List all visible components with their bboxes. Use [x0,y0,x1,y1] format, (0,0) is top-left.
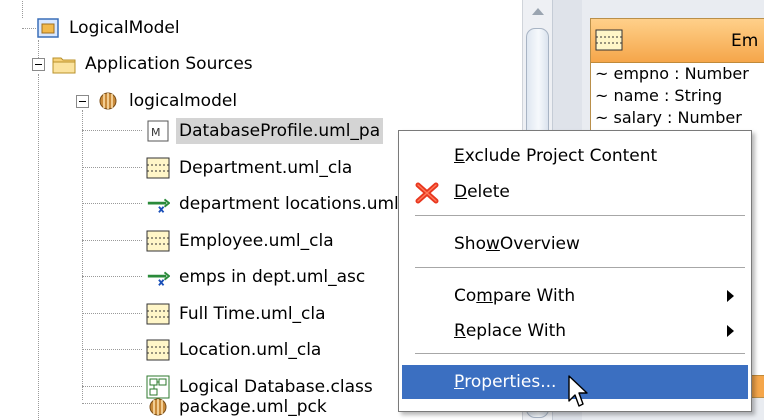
tree-connector [38,74,39,420]
menu-label-part: pare With [492,286,576,306]
menu-mnemonic: P [454,372,465,392]
tree-item-label: emps in dept.uml_asc [179,267,366,287]
package-icon [96,89,120,113]
expand-toggle-application-sources[interactable] [32,58,45,71]
scroll-up-arrow-icon[interactable] [532,8,544,15]
folder-icon [52,52,76,76]
menu-label-part: roperties... [464,372,557,392]
context-menu: Exclude Project Content Delete Sho w Over… [398,130,752,412]
tree-connector [82,349,142,350]
tree-connector [82,167,142,168]
tree-item-application-sources[interactable]: Application Sources [52,49,256,79]
tree-item-full-time[interactable]: Full Time.uml_cla [146,299,329,329]
tree-connector [82,403,142,404]
tree-connector [82,276,142,277]
tree-item-location[interactable]: Location.uml_cla [146,335,324,365]
uml-attribute: ~ salary : Number [595,108,742,127]
tree-item-label: LogicalModel [69,18,180,38]
menu-mnemonic: m [476,286,493,306]
uml-class-header: Em [591,19,764,63]
tree-item-label: Location.uml_cla [179,340,322,360]
tree-item-label: logicalmodel [129,91,238,111]
expand-toggle-logicalmodel[interactable] [76,95,89,108]
tree-item-department-locations[interactable]: department locations.uml_asc [146,189,439,219]
menu-separator [415,215,745,216]
tree-connector [82,240,142,241]
tree-item-department[interactable]: Department.uml_cla [146,153,355,183]
tree-item-logicalmodel-project[interactable]: LogicalModel [36,13,183,43]
class-icon [146,156,170,180]
association-icon [146,192,170,216]
project-icon [36,16,60,40]
mouse-pointer-icon [568,375,590,414]
menu-label-part: eplace With [465,321,567,341]
uml-attribute: ~ empno : Number [595,64,749,83]
menu-label-part: Co [454,286,477,306]
tree-connector [22,28,36,29]
class-icon [595,29,623,56]
menu-label-part: xclude Project Content [464,146,658,166]
menu-item-exclude-project-content[interactable]: Exclude Project Content [402,139,748,173]
class-icon [146,338,170,362]
tree-item-databaseprofile[interactable]: M DatabaseProfile.uml_pa [146,116,384,146]
submenu-arrow-icon [727,290,734,302]
submenu-arrow-icon [727,325,734,337]
tree-item-label: package.uml_pck [179,397,327,417]
tree-connector [82,130,142,131]
menu-mnemonic: R [454,321,466,341]
tree-connector [82,386,142,387]
menu-separator [415,353,745,354]
package-icon [146,395,170,419]
menu-item-compare-with[interactable]: Co m pare With [402,279,748,313]
association-icon [146,265,170,289]
tree-connector [22,0,23,18]
svg-text:M: M [151,126,161,139]
menu-label-part: Overview [499,234,580,254]
class-icon [146,302,170,326]
tree-item-emps-in-dept[interactable]: emps in dept.uml_asc [146,262,368,292]
tree-item-employee[interactable]: Employee.uml_cla [146,226,337,256]
tree-item-label: Employee.uml_cla [179,231,334,251]
tree-item-label: Department.uml_cla [179,158,353,178]
menu-label-part: elete [467,182,510,202]
tree-item-label: Full Time.uml_cla [179,304,326,324]
tree-item-label: Application Sources [85,54,253,74]
uml-class-name: Em [731,31,759,51]
menu-mnemonic: w [485,234,500,254]
uml-attribute: ~ name : String [595,86,723,105]
tree-item-package-uml-pck[interactable]: package.uml_pck [146,392,330,420]
menu-separator [415,267,745,268]
menu-item-show-overview[interactable]: Sho w Overview [402,227,748,261]
tree-connector [82,203,142,204]
tree-item-label: DatabaseProfile.uml_pa [176,118,384,144]
tree-connector [82,110,83,400]
menu-mnemonic: E [454,146,465,166]
menu-label-part: Sho [454,234,486,254]
tree-item-logicalmodel-package[interactable]: logicalmodel [96,86,240,116]
delete-icon [414,180,440,211]
menu-item-delete[interactable]: Delete [402,175,748,209]
menu-item-replace-with[interactable]: Replace With [402,314,748,348]
profile-icon: M [146,119,170,143]
menu-mnemonic: D [454,182,468,202]
tree-connector [82,313,142,314]
class-icon [146,229,170,253]
